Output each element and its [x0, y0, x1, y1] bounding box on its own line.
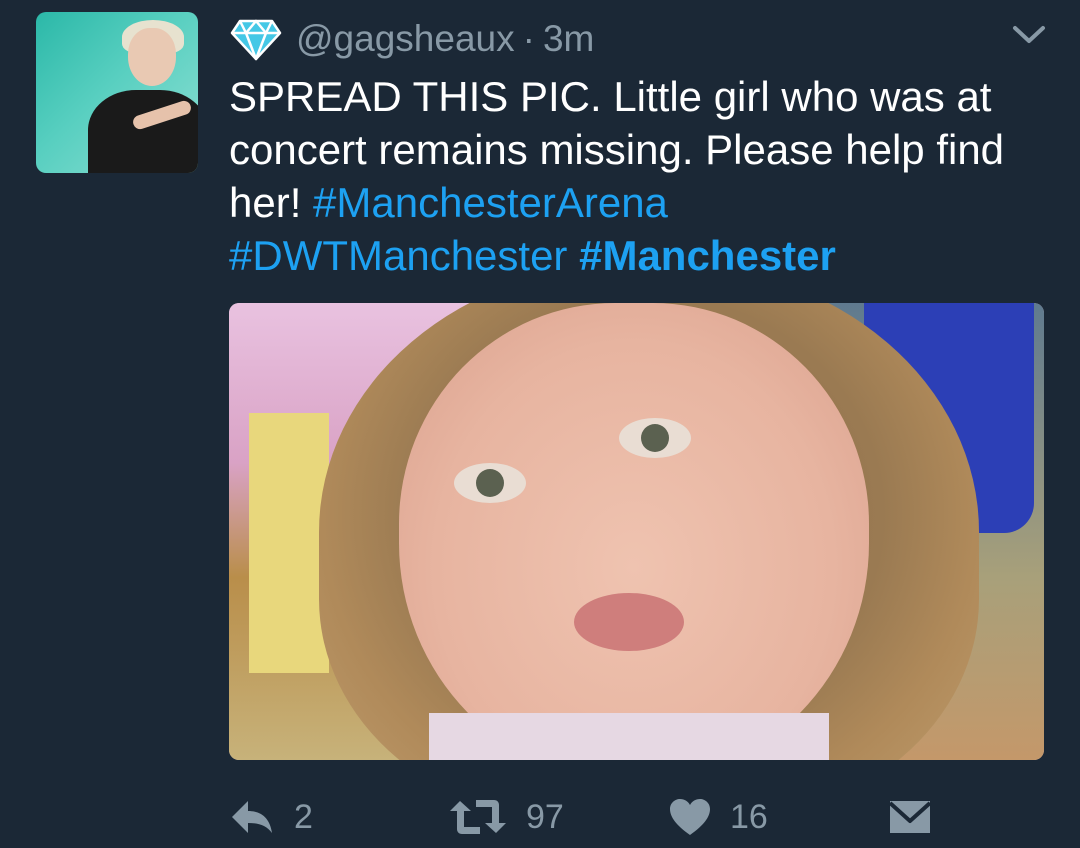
reply-button[interactable]: 2	[228, 790, 313, 844]
tweet-timestamp[interactable]: 3m	[543, 18, 594, 60]
avatar[interactable]	[36, 12, 198, 173]
reply-count: 2	[294, 797, 313, 836]
direct-message-button[interactable]	[888, 790, 932, 844]
tweet-photo[interactable]	[229, 303, 1044, 760]
retweet-button[interactable]: 97	[448, 790, 564, 844]
photo-doorway	[249, 413, 329, 673]
reply-icon	[232, 801, 272, 833]
photo-lips	[574, 593, 684, 651]
hashtag-manchester[interactable]: #Manchester	[579, 232, 836, 279]
like-button[interactable]: 16	[668, 790, 768, 844]
chevron-down-icon[interactable]	[1012, 24, 1046, 46]
tweet-actions: 2 97 16	[228, 790, 1048, 844]
heart-icon	[670, 799, 710, 835]
like-count: 16	[730, 797, 768, 836]
photo-right-eye	[619, 418, 691, 458]
separator-dot: ·	[522, 18, 535, 59]
retweet-icon	[450, 800, 506, 834]
hashtag-manchesterarena[interactable]: #ManchesterArena	[313, 179, 668, 226]
envelope-icon	[888, 801, 932, 833]
photo-face	[399, 303, 869, 760]
tweet-text: SPREAD THIS PIC. Little girl who was at …	[229, 70, 1049, 282]
user-handle[interactable]: @gagsheaux	[296, 18, 515, 60]
avatar-head	[128, 28, 176, 86]
retweet-count: 97	[526, 797, 564, 836]
photo-left-eye	[454, 463, 526, 503]
diamond-icon	[230, 19, 282, 61]
tweet-card[interactable]: @gagsheaux · 3m SPREAD THIS PIC. Little …	[0, 0, 1080, 848]
hashtag-dwtmanchester[interactable]: #DWTManchester	[229, 232, 567, 279]
photo-dress	[429, 713, 829, 760]
tweet-header: @gagsheaux · 3m	[230, 14, 594, 64]
